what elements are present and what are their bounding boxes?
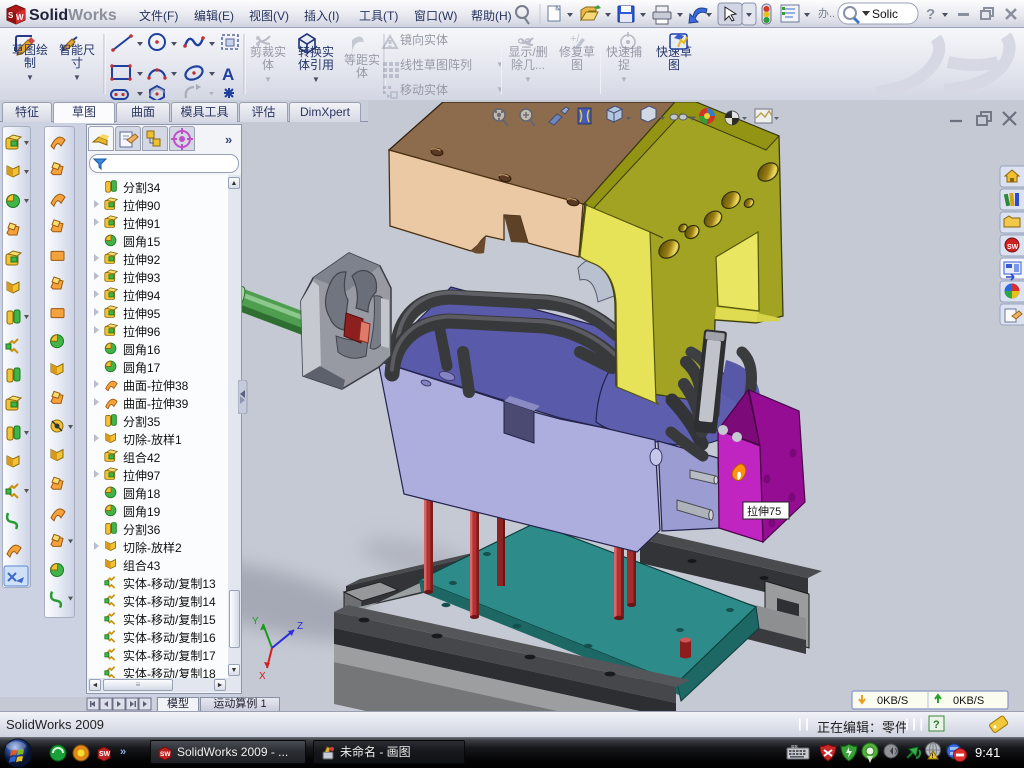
svg-text:S: S <box>8 11 14 20</box>
svg-text:0KB/S: 0KB/S <box>953 695 984 707</box>
svg-text:!: ! <box>932 754 934 760</box>
svg-text:0KB/S: 0KB/S <box>877 695 908 707</box>
svg-text:A: A <box>222 65 234 84</box>
svg-text:SW: SW <box>1007 244 1019 251</box>
svg-text:拉伸75: 拉伸75 <box>747 504 781 518</box>
svg-text:»: » <box>120 746 126 758</box>
svg-text:W: W <box>16 13 24 22</box>
svg-text:Solic: Solic <box>872 7 898 21</box>
svg-text:SW: SW <box>160 751 171 758</box>
svg-text:X: X <box>259 671 266 682</box>
svg-text:Z: Z <box>297 621 303 632</box>
svg-text:办..: 办.. <box>818 7 835 20</box>
svg-text:Y: Y <box>252 616 259 627</box>
svg-text:»: » <box>225 132 232 147</box>
svg-text:SolidWorks: SolidWorks <box>29 7 117 24</box>
svg-text:SW: SW <box>99 751 111 758</box>
svg-text:键盘: 键盘 <box>791 745 798 749</box>
svg-text:?: ? <box>926 6 935 23</box>
svg-text:?: ? <box>933 719 940 731</box>
